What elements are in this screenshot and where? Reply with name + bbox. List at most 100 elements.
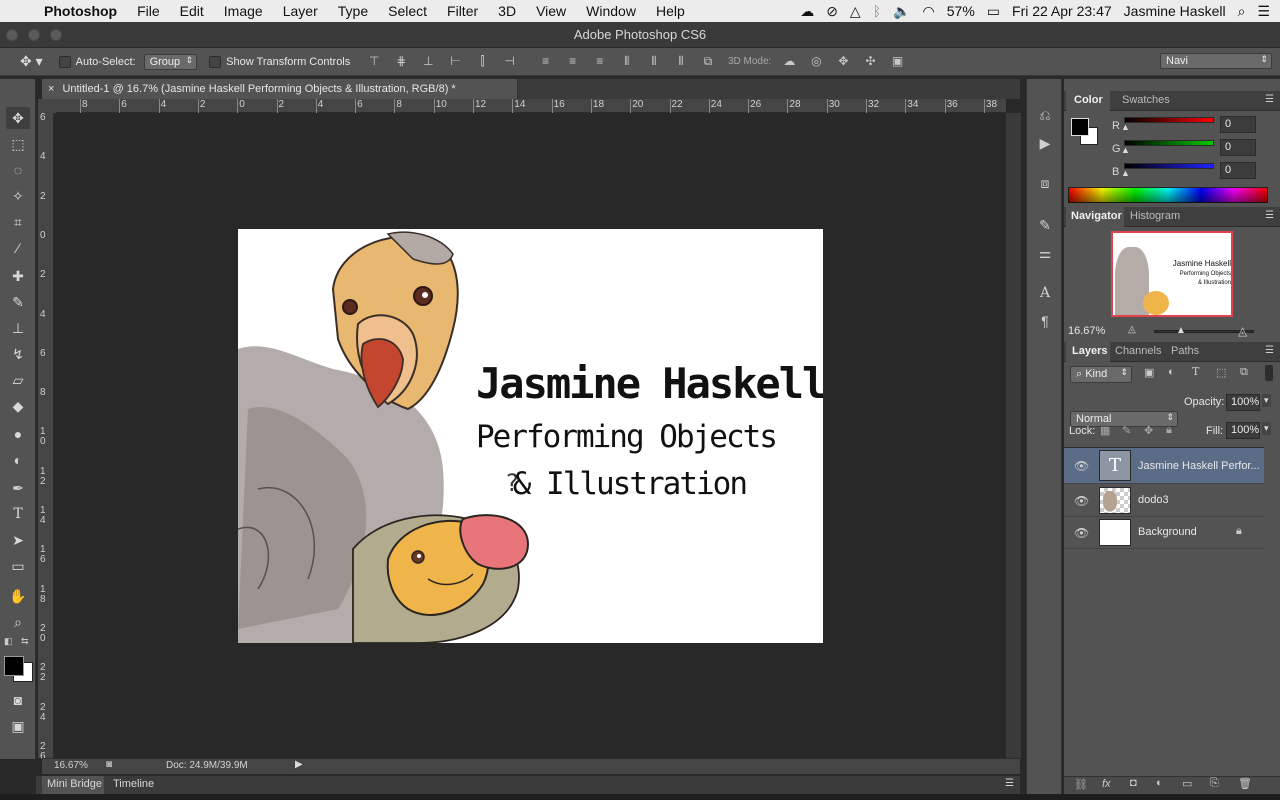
adjustments-panel-icon[interactable]: ⚌ [1035, 243, 1055, 263]
vertical-ruler[interactable]: 6 4 2 0 2 4 6 8 10 12 14 16 18 20 22 24 26 [38, 113, 54, 761]
color-b-handle-icon[interactable]: ▲ [1121, 168, 1130, 178]
distribute-right-icon[interactable]: ⦀ [672, 54, 690, 70]
ruler-origin[interactable] [38, 99, 56, 113]
auto-align-icon[interactable]: ⧉ [699, 54, 717, 70]
clone-stamp-tool-icon[interactable]: ⊥ [6, 317, 30, 339]
volume-icon[interactable]: 🔈 [893, 3, 910, 20]
move-tool-icon[interactable]: ✥ [6, 107, 30, 129]
auto-select-dropdown[interactable]: Group [143, 53, 198, 70]
creative-cloud-icon[interactable]: ☁ [800, 3, 814, 20]
align-bottom-icon[interactable]: ⊥ [419, 54, 437, 70]
distribute-vcenter-icon[interactable]: ≡ [564, 54, 582, 70]
filter-pixel-icon[interactable]: ▣ [1144, 366, 1154, 379]
layer-name[interactable]: Jasmine Haskell Perfor... [1138, 460, 1264, 472]
opacity-arrow-icon[interactable]: ▾ [1262, 394, 1271, 407]
status-zoom[interactable]: 16.67% [54, 760, 88, 771]
battery-percent[interactable]: 57% [947, 3, 975, 19]
zoom-out-icon[interactable]: ◬ [1128, 324, 1136, 335]
color-b-value[interactable]: 0 [1220, 162, 1256, 179]
document-tab[interactable]: × Untitled-1 @ 16.7% (Jasmine Haskell Per… [42, 79, 518, 99]
canvas-vertical-scrollbar[interactable] [1006, 113, 1021, 758]
battery-icon[interactable]: ▭ [987, 3, 1000, 20]
delete-layer-icon[interactable]: 🗑︎ [1238, 777, 1252, 790]
layer-name[interactable]: Background [1138, 526, 1264, 538]
tab-mini-bridge[interactable]: Mini Bridge [47, 778, 102, 790]
menu-app-name[interactable]: Photoshop [40, 3, 127, 19]
brush-tool-icon[interactable]: ✎ [6, 291, 30, 313]
align-left-icon[interactable]: ⊢ [446, 54, 464, 70]
align-right-icon[interactable]: ⊣ [501, 54, 519, 70]
actions-panel-icon[interactable]: ▶ [1035, 133, 1055, 153]
layer-row-dodo3[interactable]: 👁︎ dodo3 [1064, 485, 1264, 517]
color-g-slider[interactable] [1124, 140, 1214, 146]
move-tool-preset-icon[interactable]: ✥ ▾ [20, 53, 43, 70]
crop-tool-icon[interactable]: ⌗ [6, 211, 30, 233]
eraser-tool-icon[interactable]: ▱ [6, 369, 30, 391]
menu-select[interactable]: Select [378, 3, 437, 19]
3d-orbit-icon[interactable]: ☁ [780, 54, 798, 70]
tab-layers[interactable]: Layers [1072, 345, 1107, 357]
auto-select-checkbox[interactable] [58, 55, 71, 68]
type-tool-icon[interactable]: T [6, 503, 30, 525]
magic-wand-tool-icon[interactable]: ✧ [6, 185, 30, 207]
distribute-top-icon[interactable]: ≡ [537, 54, 555, 70]
3d-slide-icon[interactable]: ✣ [862, 54, 880, 70]
new-layer-icon[interactable]: ⎘ [1210, 777, 1219, 790]
adjustment-layer-icon[interactable]: ◐ [1156, 777, 1163, 789]
shape-tool-icon[interactable]: ▭ [6, 555, 30, 577]
new-group-icon[interactable]: ▭ [1182, 777, 1192, 790]
link-layers-icon[interactable]: ⛓ [1074, 778, 1088, 791]
swap-colors-icon[interactable]: ⇆ [21, 636, 29, 647]
align-vcenter-icon[interactable]: ⋕ [392, 54, 410, 70]
color-b-slider[interactable] [1124, 163, 1214, 169]
color-g-value[interactable]: 0 [1220, 139, 1256, 156]
navigator-preview[interactable]: Jasmine Haskell Performing Objects & Ill… [1111, 231, 1233, 317]
spotlight-icon[interactable]: ⌕ [1238, 3, 1246, 20]
bottom-panel-menu-icon[interactable]: ☰ [1005, 778, 1014, 789]
history-panel-icon[interactable]: ⎌ [1035, 105, 1055, 125]
distribute-bottom-icon[interactable]: ≡ [591, 54, 609, 70]
tab-color[interactable]: Color [1074, 94, 1103, 106]
history-brush-tool-icon[interactable]: ↯ [6, 343, 30, 365]
document-canvas[interactable]: ? Jasmine Haskell Performing Objects & I… [238, 229, 823, 643]
zoom-tool-icon[interactable]: ⌕ [6, 611, 30, 633]
eyedropper-tool-icon[interactable]: ⁄ [6, 237, 30, 259]
menu-view[interactable]: View [526, 3, 576, 19]
tab-swatches[interactable]: Swatches [1122, 94, 1170, 106]
menu-edit[interactable]: Edit [170, 3, 214, 19]
filter-type-icon[interactable]: T [1192, 365, 1199, 378]
3d-roll-icon[interactable]: ◎ [807, 54, 825, 70]
screen-mode-icon[interactable]: ▣ [6, 715, 30, 737]
menu-filter[interactable]: Filter [437, 3, 488, 19]
distribute-left-icon[interactable]: ⦀ [618, 54, 636, 70]
menu-image[interactable]: Image [214, 3, 273, 19]
path-selection-tool-icon[interactable]: ➤ [6, 529, 30, 551]
filter-smart-object-icon[interactable]: ⧉ [1240, 366, 1248, 379]
visibility-eye-icon[interactable]: 👁︎ [1074, 494, 1089, 508]
3d-pan-icon[interactable]: ✥ [834, 54, 852, 70]
filter-adjustment-icon[interactable]: ◐ [1168, 366, 1175, 378]
hand-tool-icon[interactable]: ✋ [6, 585, 30, 607]
color-r-value[interactable]: 0 [1220, 116, 1256, 133]
pen-tool-icon[interactable]: ✒ [6, 477, 30, 499]
filter-shape-icon[interactable]: ⬚ [1216, 366, 1226, 379]
visibility-eye-icon[interactable]: 👁︎ [1074, 459, 1089, 473]
menu-window[interactable]: Window [576, 3, 646, 19]
color-panel-menu-icon[interactable]: ☰ [1265, 94, 1274, 105]
tab-timeline[interactable]: Timeline [113, 778, 154, 790]
default-colors-icon[interactable]: ◧ [4, 636, 13, 647]
filter-toggle[interactable] [1265, 365, 1273, 381]
brush-presets-panel-icon[interactable]: ✎ [1035, 215, 1055, 235]
color-r-handle-icon[interactable]: ▲ [1121, 122, 1130, 132]
zoom-in-icon[interactable]: ◬ [1238, 324, 1247, 338]
tab-channels[interactable]: Channels [1115, 345, 1161, 357]
workspace-dropdown[interactable]: Navi [1160, 53, 1272, 69]
lasso-tool-icon[interactable]: ◌ [6, 159, 30, 181]
wifi-icon[interactable]: ◠ [923, 3, 935, 20]
navigator-zoom-value[interactable]: 16.67% [1068, 325, 1105, 337]
character-panel-icon[interactable]: A [1035, 283, 1055, 303]
lock-position-icon[interactable]: ✥ [1144, 424, 1153, 437]
align-top-icon[interactable]: ⊤ [365, 54, 383, 70]
distribute-hcenter-icon[interactable]: ⦀ [645, 54, 663, 70]
status-menu-arrow-icon[interactable]: ▶ [295, 759, 303, 770]
